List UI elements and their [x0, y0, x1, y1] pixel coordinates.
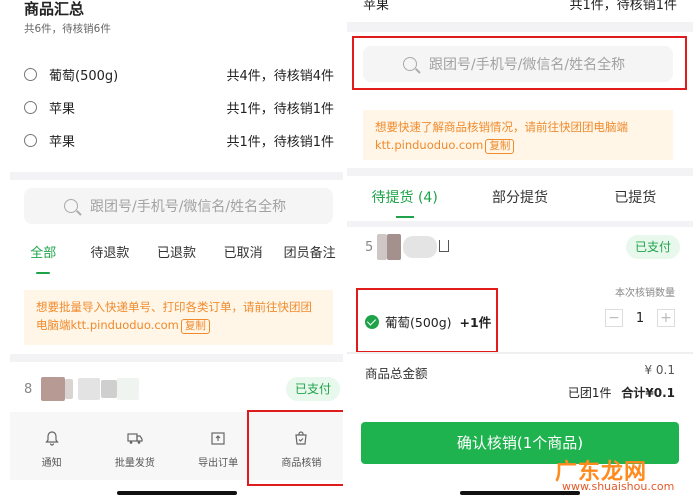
avatar: [41, 377, 65, 401]
search-placeholder: 跟团号/手机号/微信名/姓名全称: [90, 199, 287, 215]
highlight-box: [352, 36, 687, 90]
minus-button[interactable]: −: [605, 309, 623, 327]
status-badge: 已支付: [626, 235, 680, 259]
plus-button[interactable]: +: [657, 309, 675, 327]
summary-item-row[interactable]: 苹果 共1件，待核销1件: [24, 95, 334, 119]
summary-subtitle: 共6件，待核销6件: [24, 23, 111, 35]
highlight-box: [247, 410, 343, 486]
blurred-name: [117, 378, 139, 400]
summary-item-qty: 共1件，待核销1件: [226, 134, 334, 150]
tab-partial-pickup[interactable]: 部分提货: [462, 180, 577, 220]
export-icon: [211, 432, 225, 445]
summary-item-name: 苹果: [363, 0, 390, 13]
notice-url: ktt.pinduoduo.com: [375, 138, 484, 152]
search-icon: [64, 199, 78, 213]
blurred-name: [101, 380, 117, 398]
tab-picked-up[interactable]: 已提货: [578, 180, 693, 220]
radio-icon[interactable]: [24, 67, 37, 81]
notice-text: 想要批量导入快递单号、打印各类订单，请前往快团团电脑端ktt.pinduoduo…: [36, 300, 312, 332]
pickup-status-tabs: 待提货 (4) 部分提货 已提货: [347, 180, 693, 220]
tab-all[interactable]: 全部: [10, 236, 77, 276]
summary-item-row[interactable]: 葡萄(500g) 共4件，待核销4件: [24, 62, 334, 86]
quantity-stepper[interactable]: − 1 +: [605, 309, 675, 327]
goods-summary-card: 商品汇总 共6件，待核销6件 葡萄(500g) 共4件，待核销4件 苹果 共1件…: [10, 0, 343, 170]
notice-text: 想要快速了解商品核销情况，请前往快团团电脑端: [375, 120, 628, 134]
order-number: 8: [24, 382, 33, 397]
radio-icon[interactable]: [24, 133, 37, 147]
summary-item-qty: 共1件，待核销1件: [569, 0, 677, 13]
blurred-name: [403, 236, 437, 258]
screenshot-stage: 商品汇总 共6件，待核销6件 葡萄(500g) 共4件，待核销4件 苹果 共1件…: [0, 0, 693, 500]
bell-icon: [44, 431, 59, 446]
nav-label: 批量发货: [114, 458, 155, 469]
left-phone-screen: 商品汇总 共6件，待核销6件 葡萄(500g) 共4件，待核销4件 苹果 共1件…: [0, 0, 343, 500]
section-divider: [347, 168, 693, 176]
watermark-url: www.shuaishou.com: [562, 480, 675, 493]
truck-icon: [127, 433, 143, 444]
summary-total: 合计¥0.1: [621, 386, 675, 400]
section-divider: [10, 354, 343, 362]
tab-pending-refund[interactable]: 待退款: [77, 236, 144, 276]
summary-prefix: 已团1件: [567, 386, 612, 400]
right-phone-screen: 苹果 共1件，待核销1件 跟团号/手机号/微信名/姓名全称 想要快速了解商品核销…: [347, 0, 693, 500]
section-divider: [347, 22, 693, 32]
nav-notify[interactable]: 通知: [10, 412, 93, 480]
home-indicator: [117, 491, 237, 495]
summary-item-name: 苹果: [49, 134, 76, 150]
section-divider: [347, 221, 693, 227]
blurred-name: [78, 378, 100, 400]
summary-item-name: 苹果: [49, 101, 76, 117]
nav-label: 通知: [41, 458, 62, 469]
nav-batch-ship[interactable]: 批量发货: [93, 412, 176, 480]
total-value: ¥ 0.1: [644, 363, 675, 377]
section-divider: [347, 352, 693, 354]
order-summary-line: 已团1件 合计¥0.1: [568, 384, 675, 401]
highlight-box: [356, 288, 498, 353]
verify-notice: 想要快速了解商品核销情况，请前往快团团电脑端 ktt.pinduoduo.com…: [363, 110, 673, 160]
summary-title: 商品汇总: [24, 0, 85, 18]
section-divider: [10, 172, 343, 180]
status-badge: 已支付: [286, 377, 340, 401]
tab-pending-pickup[interactable]: 待提货 (4): [347, 180, 462, 220]
radio-icon[interactable]: [24, 100, 37, 114]
export-notice: 想要批量导入快递单号、打印各类订单，请前往快团团电脑端ktt.pinduoduo…: [24, 290, 333, 345]
avatar: [377, 234, 387, 260]
order-status-tabs: 全部 待退款 已退款 已取消 团员备注: [10, 236, 343, 276]
copy-button[interactable]: 复制: [485, 139, 515, 154]
nav-label: 导出订单: [198, 458, 239, 469]
tab-cancelled[interactable]: 已取消: [210, 236, 277, 276]
tab-refunded[interactable]: 已退款: [143, 236, 210, 276]
summary-item-qty: 共1件，待核销1件: [226, 101, 334, 117]
avatar: [387, 234, 401, 260]
stepper-value[interactable]: 1: [623, 311, 657, 326]
total-label: 商品总金额: [365, 366, 428, 381]
summary-item-name: 葡萄(500g): [49, 68, 119, 84]
quantity-label: 本次核销数量: [615, 288, 675, 299]
avatar: [65, 379, 73, 399]
left-search-input[interactable]: 跟团号/手机号/微信名/姓名全称: [24, 188, 333, 224]
copy-button[interactable]: 复制: [180, 319, 210, 334]
name-glyph: [439, 240, 449, 252]
order-number: 5: [365, 240, 374, 255]
summary-item-row[interactable]: 苹果 共1件，待核销1件: [24, 128, 334, 152]
tab-member-notes[interactable]: 团员备注: [276, 236, 343, 276]
summary-item-qty: 共4件，待核销4件: [226, 68, 334, 84]
